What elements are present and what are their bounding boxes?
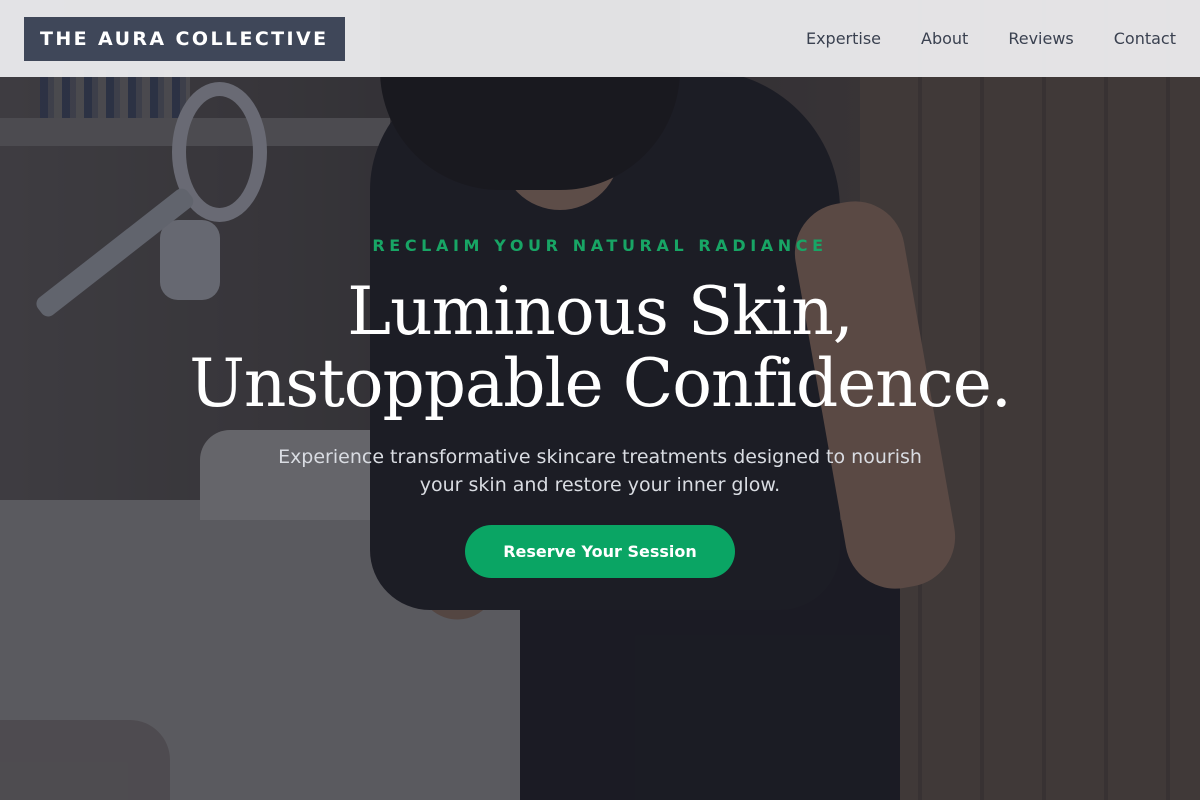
hero-section: RECLAIM YOUR NATURAL RADIANCE Luminous S… [0, 0, 1200, 800]
hero-eyebrow: RECLAIM YOUR NATURAL RADIANCE [372, 236, 828, 255]
hero-headline-line-2: Unstoppable Confidence. [189, 345, 1012, 422]
hero-subtext: Experience transformative skincare treat… [278, 446, 922, 496]
reserve-session-button[interactable]: Reserve Your Session [465, 525, 735, 578]
hero-headline-line-1: Luminous Skin, [347, 273, 853, 350]
hero-headline: Luminous Skin, Unstoppable Confidence. [0, 276, 1200, 420]
